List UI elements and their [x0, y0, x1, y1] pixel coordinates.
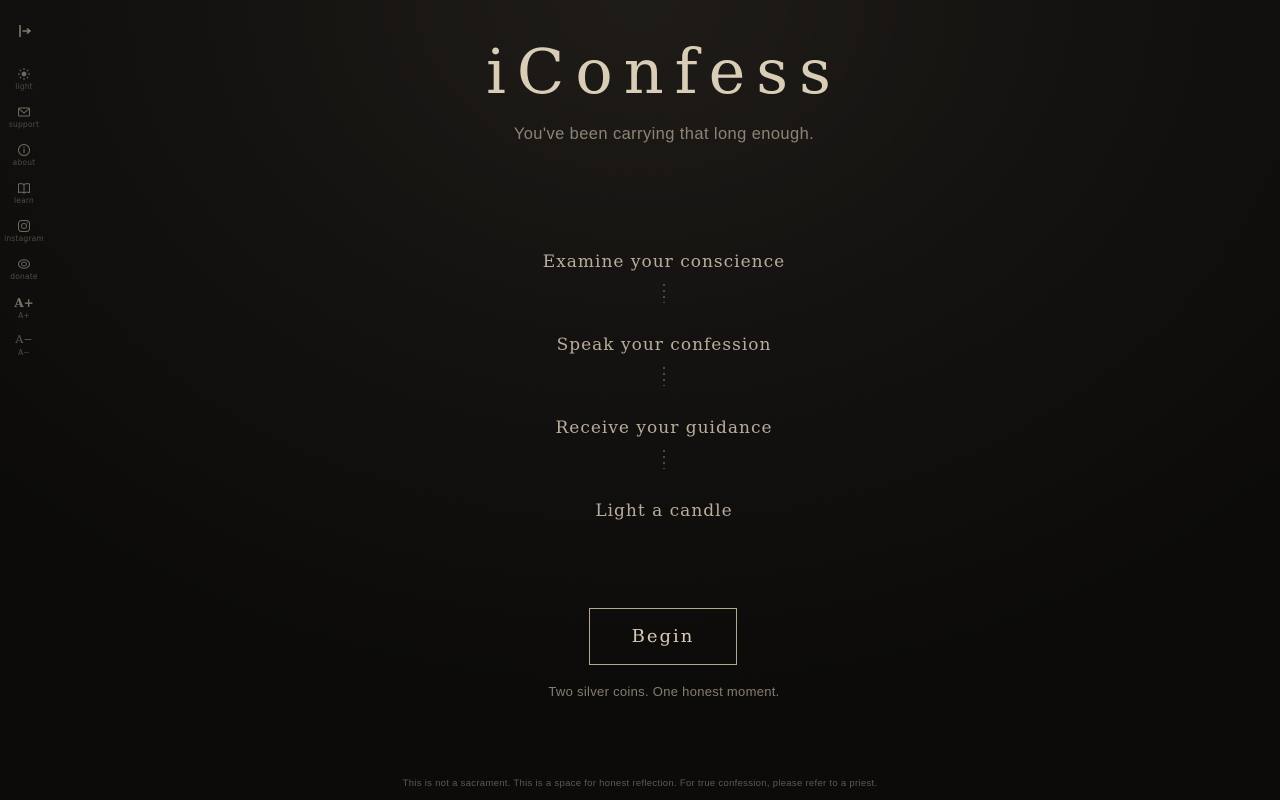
sidebar-item-label: about: [12, 158, 36, 167]
sidebar-item-learn[interactable]: learn: [0, 181, 48, 205]
sidebar-item-label: learn: [14, 196, 34, 205]
page-title: iConfess: [486, 35, 842, 108]
step-examine: Examine your conscience: [542, 252, 786, 272]
step-connector: [663, 276, 665, 331]
step-speak: Speak your confession: [556, 335, 772, 355]
begin-button[interactable]: Begin: [589, 608, 737, 665]
page-subtitle: You've been carrying that long enough.: [513, 125, 815, 143]
step-receive: Receive your guidance: [555, 418, 773, 438]
step-connector: [663, 359, 665, 414]
step-candle: Light a candle: [595, 501, 733, 521]
book-icon: [18, 183, 30, 194]
sidebar-item-label: instagram: [4, 234, 44, 243]
sidebar-item-instagram[interactable]: instagram: [0, 219, 48, 243]
info-icon: [18, 144, 30, 156]
disclaimer: This is not a sacrament. This is a space…: [402, 778, 878, 789]
price-note: Two silver coins. One honest moment.: [548, 684, 780, 699]
instagram-icon: [18, 220, 30, 232]
step-connector: [663, 442, 665, 497]
sidebar-item-about[interactable]: about: [0, 143, 48, 167]
steps-list: Examine your conscience Speak your confe…: [0, 248, 1280, 525]
